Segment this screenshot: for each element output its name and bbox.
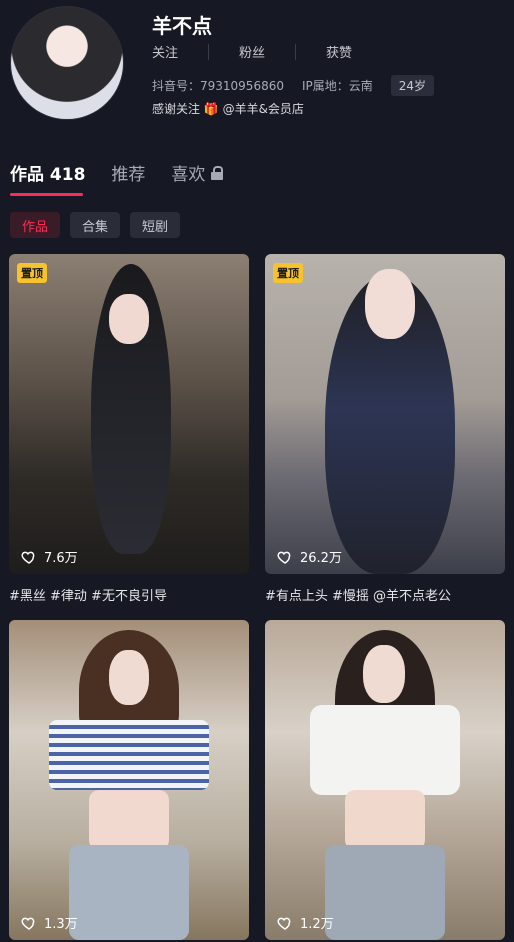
video-card[interactable]: 1.2万: [265, 620, 505, 940]
like-count: 7.6万: [21, 547, 78, 566]
profile-meta: 抖音号：79310956860 IP属地：云南 24岁: [152, 75, 435, 96]
lock-icon: [211, 165, 224, 180]
video-thumbnail: [265, 620, 505, 940]
chip-works[interactable]: 作品: [10, 212, 61, 238]
tab-likes-label: 喜欢: [171, 165, 206, 185]
like-count: 26.2万: [277, 547, 342, 566]
profile-stats: 关注 粉丝 获赞: [152, 42, 352, 61]
heart-icon: [21, 917, 35, 930]
active-tab-indicator: [10, 193, 83, 196]
divider: [208, 43, 210, 60]
video-caption[interactable]: #黑丝 #律动 #无不良引导: [9, 585, 167, 604]
like-count-value: 7.6万: [44, 551, 78, 566]
video-thumbnail: [265, 254, 505, 574]
filter-chips: 作品 合集 短剧: [10, 212, 181, 238]
content-tabs: 作品 418 推荐 喜欢: [10, 160, 249, 185]
pinned-badge: 置顶: [17, 263, 47, 283]
heart-icon: [277, 551, 291, 564]
video-card[interactable]: 1.3万: [9, 620, 249, 940]
chip-short-drama[interactable]: 短剧: [130, 212, 181, 238]
like-count: 1.2万: [277, 913, 334, 932]
douyin-id: 抖音号：79310956860: [152, 79, 284, 93]
tab-recommend[interactable]: 推荐: [111, 160, 145, 185]
likes-received-link[interactable]: 获赞: [326, 42, 352, 61]
video-thumbnail: [9, 254, 249, 574]
video-caption[interactable]: #有点上头 #慢摇 @羊不点老公: [265, 585, 451, 604]
following-link[interactable]: 关注: [152, 42, 178, 61]
avatar[interactable]: [10, 6, 124, 120]
tab-recommend-label: 推荐: [111, 165, 146, 185]
heart-icon: [21, 551, 35, 564]
profile-bio: 感谢关注 🎁 @羊羊&会员店: [152, 102, 304, 116]
divider: [295, 43, 297, 60]
like-count-value: 1.3万: [44, 917, 78, 932]
pinned-badge: 置顶: [273, 263, 303, 283]
tab-works[interactable]: 作品 418: [10, 160, 85, 185]
tab-likes[interactable]: 喜欢: [171, 160, 224, 185]
like-count: 1.3万: [21, 913, 78, 932]
profile-name: 羊不点: [152, 14, 212, 38]
video-card[interactable]: 置顶 26.2万: [265, 254, 505, 574]
video-card[interactable]: 置顶 7.6万: [9, 254, 249, 574]
heart-icon: [277, 917, 291, 930]
followers-link[interactable]: 粉丝: [239, 42, 265, 61]
ip-location: IP属地：云南: [301, 79, 373, 93]
tab-works-label: 作品 418: [10, 165, 86, 185]
age-badge: 24岁: [390, 75, 435, 96]
chip-collections[interactable]: 合集: [70, 212, 121, 238]
like-count-value: 26.2万: [300, 551, 342, 566]
like-count-value: 1.2万: [300, 917, 334, 932]
video-thumbnail: [9, 620, 249, 940]
